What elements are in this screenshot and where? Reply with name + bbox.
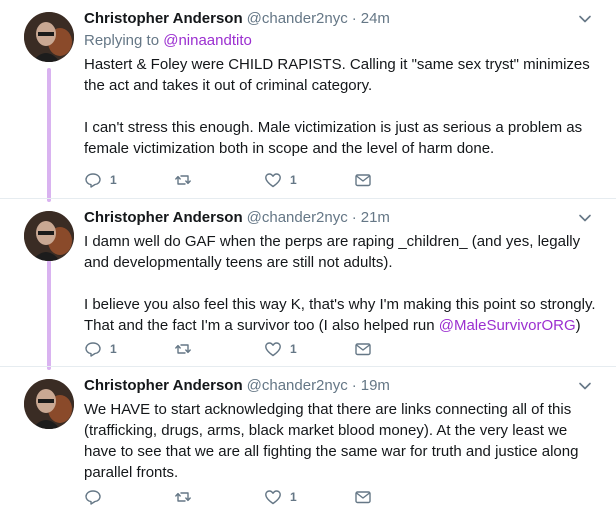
mention-link[interactable]: @MaleSurvivorORG bbox=[439, 317, 576, 334]
like-icon bbox=[264, 488, 282, 506]
like-icon bbox=[264, 171, 282, 189]
retweet-icon bbox=[174, 488, 192, 506]
tweet[interactable]: Christopher Anderson @chander2nyc · 19m … bbox=[0, 366, 616, 520]
like-icon bbox=[264, 340, 282, 358]
tweet-paragraph: I believe you also feel this way K, that… bbox=[84, 294, 596, 336]
separator: · bbox=[351, 10, 357, 27]
tweet-header: Christopher Anderson @chander2nyc · 19m bbox=[84, 377, 596, 397]
separator: · bbox=[351, 377, 357, 394]
caret-down-icon[interactable] bbox=[578, 211, 592, 225]
tweet-paragraph: I damn well do GAF when the perps are ra… bbox=[84, 233, 581, 271]
reply-button[interactable] bbox=[84, 488, 174, 506]
tweet-paragraph: Hastert & Foley were CHILD RAPISTS. Call… bbox=[84, 56, 590, 94]
caret-down-icon[interactable] bbox=[578, 379, 592, 393]
replying-to: Replying to @ninaandtito bbox=[84, 32, 596, 52]
reply-icon bbox=[84, 340, 102, 358]
user-handle[interactable]: @chander2nyc bbox=[247, 377, 348, 394]
reply-icon bbox=[84, 171, 102, 189]
avatar[interactable] bbox=[24, 379, 74, 429]
user-handle[interactable]: @chander2nyc bbox=[247, 10, 348, 27]
like-button[interactable]: 1 bbox=[264, 171, 354, 189]
retweet-button[interactable] bbox=[174, 171, 264, 189]
timestamp[interactable]: 21m bbox=[361, 209, 390, 226]
separator: · bbox=[351, 209, 357, 226]
retweet-button[interactable] bbox=[174, 488, 264, 506]
like-button[interactable]: 1 bbox=[264, 488, 354, 506]
dm-button[interactable] bbox=[354, 171, 444, 189]
avatar[interactable] bbox=[24, 211, 74, 261]
tweet[interactable]: Christopher Anderson @chander2nyc · 21m … bbox=[0, 198, 616, 366]
tweet-paragraph: We HAVE to start acknowledging that ther… bbox=[84, 401, 579, 481]
timestamp[interactable]: 24m bbox=[361, 10, 390, 27]
dm-icon bbox=[354, 171, 372, 189]
reply-count: 1 bbox=[110, 342, 117, 356]
like-count: 1 bbox=[290, 173, 297, 187]
tweet-text: I damn well do GAF when the perps are ra… bbox=[84, 231, 596, 336]
timestamp[interactable]: 19m bbox=[361, 377, 390, 394]
tweet-text-segment: ) bbox=[575, 317, 581, 334]
reply-button[interactable]: 1 bbox=[84, 171, 174, 189]
tweet-text: Hastert & Foley were CHILD RAPISTS. Call… bbox=[84, 54, 596, 159]
tweet[interactable]: Christopher Anderson @chander2nyc · 24m … bbox=[0, 0, 616, 198]
reply-mention-link[interactable]: @ninaandtito bbox=[163, 32, 252, 49]
tweet-actions: 1 bbox=[84, 488, 444, 506]
reply-button[interactable]: 1 bbox=[84, 340, 174, 358]
retweet-icon bbox=[174, 340, 192, 358]
reply-count: 1 bbox=[110, 173, 117, 187]
tweet-paragraph: I can't stress this enough. Male victimi… bbox=[84, 119, 583, 157]
caret-down-icon[interactable] bbox=[578, 12, 592, 26]
retweet-button[interactable] bbox=[174, 340, 264, 358]
dm-button[interactable] bbox=[354, 488, 444, 506]
like-count: 1 bbox=[290, 490, 297, 504]
tweet-header: Christopher Anderson @chander2nyc · 21m bbox=[84, 209, 596, 229]
retweet-icon bbox=[174, 171, 192, 189]
replying-label: Replying to bbox=[84, 32, 164, 49]
tweet-actions: 1 1 bbox=[84, 171, 444, 189]
tweet-header: Christopher Anderson @chander2nyc · 24m bbox=[84, 10, 596, 30]
dm-icon bbox=[354, 340, 372, 358]
user-handle[interactable]: @chander2nyc bbox=[247, 209, 348, 226]
tweet-actions: 1 1 bbox=[84, 340, 444, 358]
dm-button[interactable] bbox=[354, 340, 444, 358]
display-name[interactable]: Christopher Anderson bbox=[84, 209, 243, 226]
tweet-text: We HAVE to start acknowledging that ther… bbox=[84, 399, 596, 483]
display-name[interactable]: Christopher Anderson bbox=[84, 10, 243, 27]
like-button[interactable]: 1 bbox=[264, 340, 354, 358]
dm-icon bbox=[354, 488, 372, 506]
like-count: 1 bbox=[290, 342, 297, 356]
display-name[interactable]: Christopher Anderson bbox=[84, 377, 243, 394]
avatar[interactable] bbox=[24, 12, 74, 62]
reply-icon bbox=[84, 488, 102, 506]
